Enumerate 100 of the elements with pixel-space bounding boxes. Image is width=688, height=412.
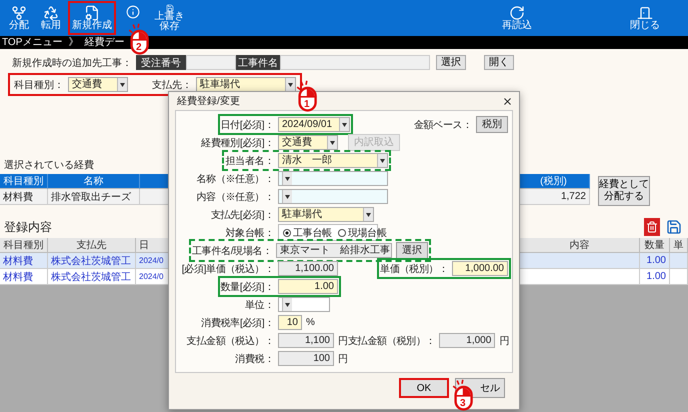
- input-field[interactable]: [186, 55, 236, 70]
- field-label: 内容（※任意）：: [196, 190, 274, 204]
- caret-icon: [366, 212, 371, 216]
- toolbar-button[interactable]: 上書き保存: [150, 1, 189, 35]
- caret-icon: [285, 302, 290, 306]
- trash-icon: [646, 221, 658, 233]
- caret-icon: [380, 158, 385, 162]
- document-gear-icon: [84, 5, 100, 21]
- select-field[interactable]: 清水 一郎: [278, 153, 388, 168]
- section-title: 登録内容: [4, 218, 52, 236]
- column-header: 工事件名: [236, 55, 280, 70]
- dialog-title: 経費登録/変更: [177, 94, 240, 108]
- field-label: 単位：: [244, 298, 274, 312]
- toolbar-button[interactable]: 閉じる: [626, 1, 664, 35]
- radio-option[interactable]: 現場台帳: [338, 226, 387, 240]
- input-field[interactable]: 1.00: [278, 279, 338, 294]
- table-cell: 材料費: [0, 269, 48, 285]
- column-header: 単: [670, 238, 688, 253]
- column-header: 名称: [48, 174, 140, 189]
- unit-label: %: [306, 317, 316, 328]
- input-field[interactable]: 1,000.00: [452, 261, 508, 276]
- action-button[interactable]: 選択: [436, 55, 466, 70]
- radio-option[interactable]: 工事台帳: [283, 226, 332, 240]
- section-title: 選択されている経費: [4, 158, 94, 172]
- radio-button[interactable]: [338, 228, 346, 236]
- select-field[interactable]: 交通費: [278, 135, 338, 150]
- caret-icon: [288, 82, 293, 86]
- caret-icon: [285, 194, 290, 198]
- unit-label: 円: [338, 352, 348, 366]
- fork-icon: [11, 5, 27, 21]
- delete-button[interactable]: [644, 218, 660, 236]
- info-icon: [125, 5, 141, 19]
- field-label: 担当者名：: [225, 154, 274, 168]
- input-field[interactable]: 1,100.00: [278, 261, 338, 276]
- column-header: 内容: [520, 238, 640, 253]
- toolbar-button[interactable]: 新規作成: [68, 1, 116, 35]
- action-button[interactable]: 開く: [484, 55, 514, 70]
- table-cell: 材料費: [0, 253, 48, 269]
- save-icon: [666, 219, 682, 235]
- select-field[interactable]: 交通費: [68, 77, 128, 92]
- field-label: 日付[必須]：: [220, 118, 274, 132]
- table-cell: 排水管取出チーズ: [48, 189, 140, 205]
- ok-button[interactable]: OK: [399, 378, 449, 398]
- select-button[interactable]: 選択: [396, 242, 428, 259]
- step-number: 2: [136, 43, 142, 53]
- column-header: 支払先: [48, 238, 136, 253]
- caret-icon: [342, 122, 347, 126]
- toolbar-button[interactable]: 転用: [36, 1, 66, 35]
- field-label: 名称（※任意）：: [196, 172, 274, 186]
- input-field[interactable]: [280, 55, 430, 70]
- unit-label: 円: [499, 334, 510, 348]
- breadcrumb-item[interactable]: 》: [68, 38, 78, 48]
- input-field[interactable]: 100: [278, 351, 334, 366]
- field-label: 科目種別：: [14, 78, 64, 92]
- field-label: 消費税：: [235, 352, 274, 366]
- table-cell: 株式会社茨城管工: [48, 269, 136, 285]
- step-number: 1: [304, 100, 310, 110]
- radio-button[interactable]: [283, 228, 291, 236]
- input-field[interactable]: 1,100: [278, 333, 334, 348]
- column-header: 受注番号: [136, 55, 186, 70]
- unit-label: 円: [338, 334, 348, 348]
- reload-icon: [509, 5, 525, 21]
- input-field[interactable]: 東京マート 給排水工事: [276, 243, 392, 258]
- mouse-icon: [126, 23, 150, 55]
- select-field[interactable]: 駐車場代: [196, 77, 296, 92]
- field-label: 支払先：: [152, 78, 192, 92]
- table-cell: [670, 269, 688, 285]
- table-cell: [670, 253, 688, 269]
- select-field[interactable]: 2024/09/01: [278, 117, 350, 132]
- input-field[interactable]: 10: [278, 315, 302, 330]
- field-label: 対象台帳：: [225, 226, 274, 240]
- distribute-button[interactable]: 経費として分配する: [598, 176, 650, 206]
- column-header: 科目種別: [0, 174, 48, 189]
- field-label: 支払金額（税込）：: [186, 334, 274, 348]
- table-cell: 1.00: [640, 253, 670, 269]
- field-label: 消費税率[必須]：: [201, 316, 274, 330]
- field-label: 新規作成時の追加先工事：: [12, 56, 132, 70]
- caret-icon: [120, 82, 125, 86]
- table-cell: 材料費: [0, 189, 48, 205]
- column-header: 数量: [640, 238, 670, 253]
- toolbar-button[interactable]: 分配: [4, 1, 34, 35]
- column-header: 科目種別: [0, 238, 48, 253]
- select-field[interactable]: [278, 189, 388, 204]
- table-cell: 株式会社茨城管工: [48, 253, 136, 269]
- toolbar-button[interactable]: 再読込: [498, 1, 536, 35]
- breadcrumb-item[interactable]: 経費デー: [84, 38, 124, 48]
- breadcrumb-item[interactable]: TOPメニュー: [2, 38, 62, 48]
- save-button[interactable]: [666, 218, 682, 236]
- column-header: (税別): [518, 174, 590, 189]
- table-cell: 1.00: [640, 269, 670, 285]
- field-label: 支払先[必須]：: [210, 208, 274, 222]
- select-field[interactable]: 駐車場代: [278, 207, 374, 222]
- input-field[interactable]: 1,000: [439, 333, 496, 348]
- select-field[interactable]: [278, 171, 388, 186]
- tax-mode-button[interactable]: 税別: [476, 116, 508, 133]
- select-field[interactable]: [278, 297, 330, 312]
- field-label: 支払金額（税別）：: [348, 334, 436, 348]
- recycle-icon: [43, 5, 59, 21]
- mouse-icon: [450, 379, 474, 411]
- close-icon[interactable]: [502, 96, 513, 106]
